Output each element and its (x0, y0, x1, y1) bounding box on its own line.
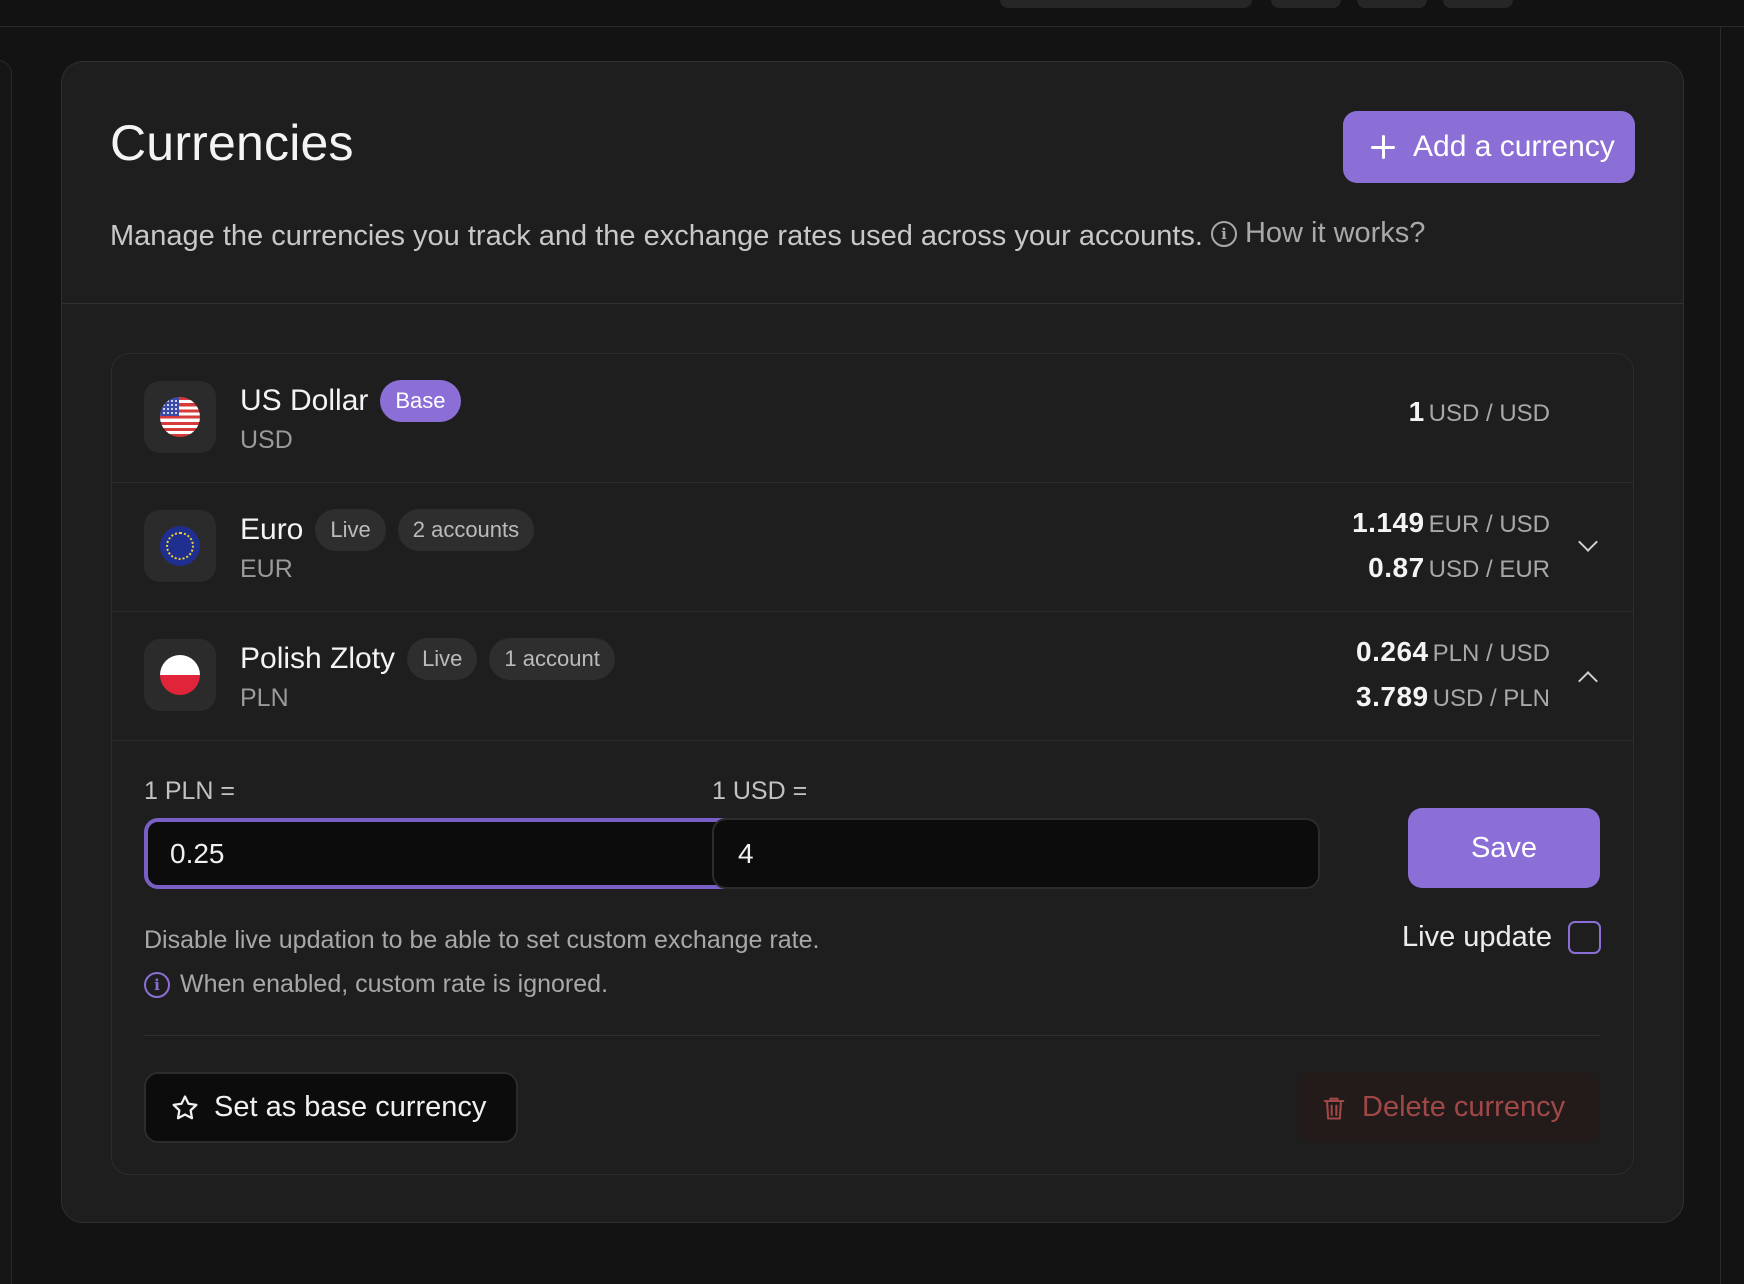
currency-name-group: US Dollar Base (240, 380, 461, 422)
right-edge (1720, 27, 1744, 1284)
rate-unit: PLN / USD (1432, 640, 1550, 667)
field2-label: 1 USD = (712, 777, 808, 805)
currency-name-group: Polish Zloty Live 1 account (240, 638, 615, 680)
custom-rate-note-text: When enabled, custom rate is ignored. (180, 970, 609, 998)
live-update-label: Live update (1402, 921, 1552, 953)
rate-unit: USD / USD (1428, 400, 1550, 427)
rate-line: 3.789 USD / PLN (1356, 677, 1550, 722)
currency-row-eur[interactable]: Euro Live 2 accounts EUR 1.149 EUR / USD … (112, 483, 1633, 612)
pl-flag-icon (160, 655, 200, 695)
flag-container (144, 510, 216, 582)
currencies-panel: Currencies Add a currency Manage the cur… (61, 61, 1684, 1223)
currency-code: PLN (240, 684, 289, 712)
pln-rate-input[interactable]: 0.25 (144, 818, 752, 889)
exchange-rates: 0.264 PLN / USD 3.789 USD / PLN (1356, 632, 1550, 722)
custom-rate-hint: Disable live updation to be able to set … (144, 926, 820, 954)
add-currency-button[interactable]: Add a currency (1343, 111, 1635, 183)
topbar-button[interactable] (1271, 0, 1341, 8)
currency-name: Polish Zloty (240, 642, 396, 675)
rate-line: 1 USD / USD (1409, 392, 1550, 437)
subtitle-text: Manage the currencies you track and the … (110, 220, 1203, 252)
currency-row-usd[interactable]: US Dollar Base USD 1 USD / USD (112, 354, 1633, 483)
trash-icon (1323, 1097, 1345, 1120)
accounts-badge: 1 account (489, 638, 615, 680)
page-title: Currencies (110, 115, 354, 171)
rate-line: 0.87 USD / EUR (1352, 548, 1550, 593)
set-base-label: Set as base currency (214, 1091, 487, 1123)
rate-value: 1.149 (1352, 507, 1425, 538)
pln-rate-value: 0.25 (170, 837, 225, 869)
currency-code: USD (240, 426, 293, 454)
editor-divider (144, 1035, 1600, 1036)
how-it-works-link[interactable]: i How it works? (1210, 217, 1426, 250)
live-badge: Live (407, 638, 478, 680)
live-update-checkbox[interactable] (1568, 921, 1601, 954)
set-base-currency-button[interactable]: Set as base currency (144, 1072, 518, 1143)
rate-editor: 1 PLN = 0.25 1 USD = 4 Save Disable live… (112, 741, 1633, 1174)
currency-row-pln[interactable]: Polish Zloty Live 1 account PLN 0.264 PLN… (112, 612, 1633, 741)
info-icon: i (1210, 220, 1237, 247)
field1-label: 1 PLN = (144, 777, 236, 805)
rate-line: 0.264 PLN / USD (1356, 632, 1550, 677)
save-button[interactable]: Save (1408, 808, 1600, 888)
add-currency-label: Add a currency (1413, 130, 1615, 163)
accounts-badge: 2 accounts (397, 509, 535, 551)
live-badge: Live (315, 509, 386, 551)
exchange-rates: 1.149 EUR / USD 0.87 USD / EUR (1352, 503, 1550, 593)
top-bar (0, 0, 1744, 27)
flag-container (144, 381, 216, 453)
currency-name: US Dollar (240, 384, 369, 417)
rate-value: 1 (1408, 396, 1425, 427)
star-icon (172, 1094, 198, 1119)
currency-list: US Dollar Base USD 1 USD / USD Euro Live … (111, 353, 1634, 1175)
rate-value: 3.789 (1356, 681, 1429, 712)
eu-flag-icon (160, 526, 200, 566)
sidebar-edge (0, 60, 12, 1284)
chevron-up-icon[interactable] (1578, 671, 1598, 691)
rate-value: 0.264 (1356, 636, 1429, 667)
rate-unit: USD / PLN (1432, 685, 1550, 712)
header-divider (62, 303, 1683, 304)
how-it-works-label: How it works? (1244, 217, 1426, 249)
custom-rate-note: i When enabled, custom rate is ignored. (144, 970, 608, 999)
currency-name-group: Euro Live 2 accounts (240, 509, 535, 551)
live-update-toggle[interactable]: Live update (1402, 921, 1601, 954)
topbar-button[interactable] (1443, 0, 1513, 8)
delete-label: Delete currency (1362, 1091, 1566, 1123)
flag-container (144, 639, 216, 711)
usd-rate-input[interactable]: 4 (712, 818, 1320, 889)
us-flag-icon (160, 397, 200, 437)
rate-line: 1.149 EUR / USD (1352, 503, 1550, 548)
info-icon: i (144, 971, 170, 998)
rate-unit: EUR / USD (1428, 511, 1550, 538)
base-badge: Base (380, 380, 461, 422)
currency-code: EUR (240, 555, 293, 583)
topbar-search-pill[interactable] (1000, 0, 1252, 8)
page-subtitle: Manage the currencies you track and the … (110, 217, 1426, 253)
delete-currency-button[interactable]: Delete currency (1298, 1072, 1600, 1143)
rate-unit: USD / EUR (1428, 556, 1550, 583)
rate-value: 0.87 (1368, 552, 1425, 583)
usd-rate-value: 4 (738, 837, 754, 869)
chevron-down-icon[interactable] (1578, 532, 1598, 552)
topbar-button[interactable] (1357, 0, 1427, 8)
exchange-rates: 1 USD / USD (1409, 392, 1550, 437)
plus-icon (1371, 135, 1395, 159)
currency-name: Euro (240, 513, 304, 546)
